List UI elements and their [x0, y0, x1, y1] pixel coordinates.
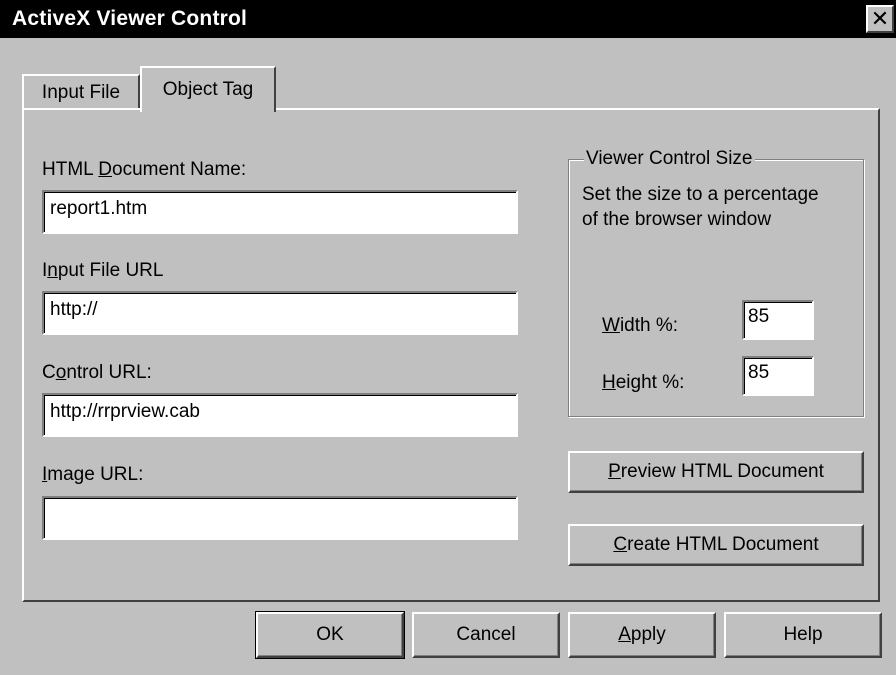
label-part: put File URL	[57, 260, 164, 281]
accelerator-key: C	[613, 534, 628, 555]
ok-button[interactable]: OK	[255, 611, 405, 659]
label-part: idth %:	[619, 315, 679, 336]
label-part: eight %:	[615, 372, 685, 393]
label-part: C	[42, 362, 56, 383]
window-title: ActiveX Viewer Control	[12, 7, 248, 30]
control-url-label: Control URL:	[42, 362, 152, 384]
title-bar[interactable]: ActiveX Viewer Control ✕	[0, 0, 896, 38]
button-label: pply	[630, 624, 666, 645]
size-description-line1: Set the size to a percentage	[582, 184, 819, 205]
accelerator-key: W	[602, 315, 620, 336]
height-percent-input[interactable]: 85	[742, 356, 814, 396]
tab-input-file[interactable]: Input File	[22, 74, 140, 110]
control-url-input[interactable]: http://rrprview.cab	[42, 393, 518, 437]
cancel-button[interactable]: Cancel	[412, 612, 560, 658]
html-document-name-label: HTML Document Name:	[42, 159, 246, 181]
tab-object-tag-label: Object Tag	[162, 79, 254, 100]
apply-button[interactable]: Apply	[568, 612, 716, 658]
html-document-name-input[interactable]: report1.htm	[42, 190, 518, 234]
tab-object-tag[interactable]: Object Tag	[140, 66, 276, 112]
label-part: ocument Name:	[112, 159, 247, 180]
accelerator-key: P	[608, 461, 621, 482]
tab-input-file-label: Input File	[41, 82, 121, 103]
width-percent-input[interactable]: 85	[742, 300, 814, 340]
size-description-line2: of the browser window	[582, 209, 772, 230]
input-file-url-input[interactable]: http://	[42, 291, 518, 335]
help-button[interactable]: Help	[724, 612, 882, 658]
accelerator-key: D	[98, 159, 113, 180]
label-part: HTML	[42, 159, 99, 180]
image-url-input[interactable]	[42, 496, 518, 540]
label-part: mage URL:	[47, 464, 144, 485]
label-part: ntrol URL:	[66, 362, 152, 383]
viewer-control-size-legend: Viewer Control Size	[584, 148, 755, 170]
create-html-document-button[interactable]: Create HTML Document	[568, 524, 864, 566]
dialog-window: ActiveX Viewer Control ✕ Input File Obje…	[0, 0, 896, 675]
object-tag-panel: HTML Document Name: report1.htm Input Fi…	[22, 108, 880, 602]
close-button[interactable]: ✕	[866, 5, 894, 33]
preview-html-document-button[interactable]: Preview HTML Document	[568, 451, 864, 493]
image-url-label: Image URL:	[42, 464, 143, 486]
width-percent-label: Width %:	[602, 315, 678, 337]
button-label: review HTML Document	[620, 461, 824, 482]
accelerator-key: n	[47, 260, 58, 281]
button-label: reate HTML Document	[627, 534, 819, 555]
accelerator-key: A	[618, 624, 631, 645]
input-file-url-label: Input File URL	[42, 260, 163, 282]
accelerator-key: o	[55, 362, 67, 383]
accelerator-key: H	[602, 372, 616, 393]
close-icon: ✕	[870, 6, 890, 31]
height-percent-label: Height %:	[602, 372, 684, 394]
